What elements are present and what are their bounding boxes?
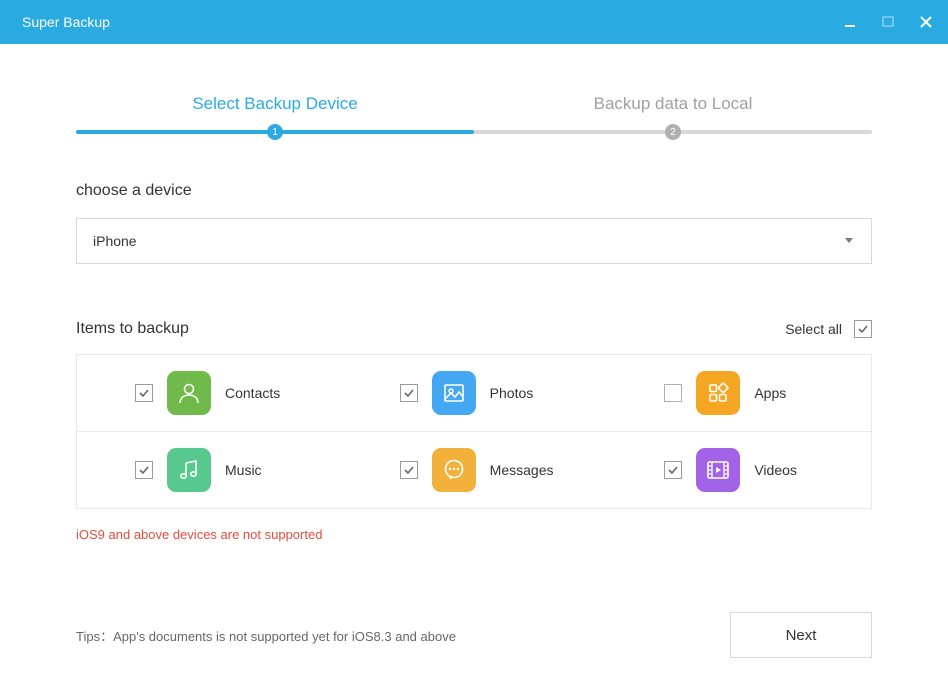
select-all-checkbox[interactable]: [854, 320, 872, 338]
minimize-button[interactable]: [842, 14, 858, 30]
check-icon: [402, 386, 416, 400]
tips-text: Tips：App's documents is not supported ye…: [76, 626, 456, 645]
select-all-label: Select all: [785, 321, 842, 337]
progress-step1-label: Select Backup Device: [76, 94, 474, 114]
footer: Tips：App's documents is not supported ye…: [0, 612, 948, 698]
item-contacts-checkbox[interactable]: [135, 384, 153, 402]
item-messages-label: Messages: [490, 462, 554, 478]
progress-steps: Select Backup Device Backup data to Loca…: [76, 94, 872, 134]
item-contacts: Contacts: [77, 355, 342, 431]
item-music: Music: [77, 432, 342, 508]
app-window: Super Backup Select Backup Device Backup…: [0, 0, 948, 698]
item-messages: Messages: [342, 432, 607, 508]
close-icon: [919, 15, 933, 29]
item-apps-label: Apps: [754, 385, 786, 401]
item-photos: Photos: [342, 355, 607, 431]
device-select[interactable]: iPhone: [76, 218, 872, 264]
item-apps-checkbox[interactable]: [664, 384, 682, 402]
device-select-value: iPhone: [93, 233, 137, 249]
close-button[interactable]: [918, 14, 934, 30]
items-row: Music Messages Videos: [77, 431, 871, 508]
item-videos-label: Videos: [754, 462, 797, 478]
titlebar-title: Super Backup: [22, 14, 110, 30]
window-controls: [842, 14, 934, 30]
items-grid: Contacts Photos Apps Music Messages Videos: [76, 354, 872, 509]
titlebar[interactable]: Super Backup: [0, 0, 948, 44]
progress-step2-label: Backup data to Local: [474, 94, 872, 114]
item-videos: Videos: [606, 432, 871, 508]
content: choose a device iPhone Items to backup S…: [0, 182, 948, 612]
item-videos-checkbox[interactable]: [664, 461, 682, 479]
photos-icon: [432, 371, 476, 415]
select-all[interactable]: Select all: [785, 320, 872, 338]
check-icon: [137, 463, 151, 477]
item-photos-label: Photos: [490, 385, 534, 401]
music-icon: [167, 448, 211, 492]
messages-icon: [432, 448, 476, 492]
videos-icon: [696, 448, 740, 492]
maximize-button[interactable]: [880, 14, 896, 30]
maximize-icon: [881, 15, 895, 29]
items-title: Items to backup: [76, 320, 189, 338]
check-icon: [856, 322, 870, 336]
items-row: Contacts Photos Apps: [77, 355, 871, 431]
items-header: Items to backup Select all: [76, 320, 872, 338]
progress-node-2: 2: [665, 124, 681, 140]
apps-icon: [696, 371, 740, 415]
check-icon: [137, 386, 151, 400]
item-apps: Apps: [606, 355, 871, 431]
item-contacts-label: Contacts: [225, 385, 280, 401]
choose-device-title: choose a device: [76, 182, 872, 200]
check-icon: [666, 463, 680, 477]
progress-labels: Select Backup Device Backup data to Loca…: [76, 94, 872, 114]
check-icon: [402, 463, 416, 477]
next-button[interactable]: Next: [730, 612, 872, 658]
warning-text: iOS9 and above devices are not supported: [76, 527, 872, 542]
item-music-checkbox[interactable]: [135, 461, 153, 479]
contacts-icon: [167, 371, 211, 415]
chevron-down-icon: [843, 233, 855, 249]
minimize-icon: [843, 15, 857, 29]
item-messages-checkbox[interactable]: [400, 461, 418, 479]
item-music-label: Music: [225, 462, 262, 478]
progress-node-1: 1: [267, 124, 283, 140]
progress-bar: 1 2: [76, 130, 872, 134]
item-photos-checkbox[interactable]: [400, 384, 418, 402]
